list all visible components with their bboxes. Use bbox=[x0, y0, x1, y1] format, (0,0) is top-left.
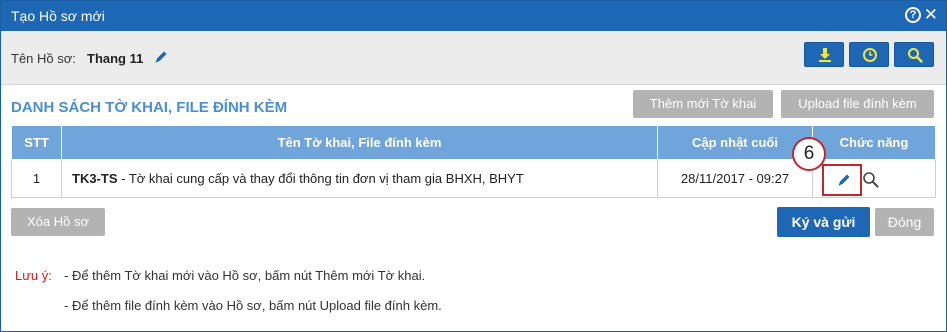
profile-name-value: Thang 11 bbox=[87, 51, 144, 66]
row-description: - Tờ khai cung cấp và thay đổi thông tin… bbox=[117, 171, 524, 186]
question-circle-icon[interactable]: ? bbox=[905, 7, 921, 23]
add-form-button[interactable]: Thêm mới Tờ khai bbox=[633, 90, 773, 118]
close-icon[interactable]: ✕ bbox=[924, 5, 938, 25]
close-button[interactable]: Đóng bbox=[875, 208, 934, 236]
dialog-title: Tạo Hồ sơ mới bbox=[11, 8, 105, 24]
pencil-icon[interactable] bbox=[153, 49, 169, 65]
create-profile-dialog: Tạo Hồ sơ mới ? ✕ Tên Hồ sơ: Thang 11 DA… bbox=[0, 0, 947, 332]
row-stt: 1 bbox=[11, 159, 62, 198]
dialog-titlebar: Tạo Hồ sơ mới ? ✕ bbox=[1, 1, 946, 31]
header-name: Tên Tờ khai, File đính kèm bbox=[61, 125, 658, 160]
note-line: - Để thêm Tờ khai mới vào Hồ sơ, bấm nút… bbox=[64, 268, 426, 283]
profile-info-bar: Tên Hồ sơ: Thang 11 bbox=[1, 31, 946, 85]
header-stt: STT bbox=[11, 125, 62, 160]
row-code: TK3-TS bbox=[72, 171, 118, 186]
step-number-callout: 6 bbox=[792, 137, 826, 171]
upload-attachment-button[interactable]: Upload file đính kèm bbox=[781, 90, 934, 118]
pencil-icon[interactable] bbox=[836, 172, 852, 191]
profile-name-label: Tên Hồ sơ: bbox=[11, 51, 76, 66]
section-title: DANH SÁCH TỜ KHAI, FILE ĐÍNH KÈM bbox=[11, 99, 288, 116]
delete-profile-button[interactable]: Xóa Hồ sơ bbox=[11, 208, 105, 236]
download-icon bbox=[819, 48, 831, 62]
clock-icon bbox=[863, 48, 877, 62]
header-updated: Cập nhật cuối bbox=[657, 125, 813, 160]
history-button[interactable] bbox=[849, 42, 889, 67]
row-name: TK3-TS - Tờ khai cung cấp và thay đổi th… bbox=[61, 159, 658, 198]
note-line: - Để thêm file đính kèm vào Hồ sơ, bấm n… bbox=[64, 298, 442, 313]
header-actions: Chức năng bbox=[812, 125, 936, 160]
row-updated: 28/11/2017 - 09:27 bbox=[657, 159, 813, 198]
search-icon bbox=[908, 48, 923, 63]
sign-and-send-button[interactable]: Ký và gửi bbox=[777, 207, 870, 237]
note-label: Lưu ý: bbox=[15, 268, 52, 283]
download-button[interactable] bbox=[804, 42, 844, 67]
search-icon[interactable] bbox=[862, 171, 880, 192]
search-button[interactable] bbox=[894, 42, 934, 67]
